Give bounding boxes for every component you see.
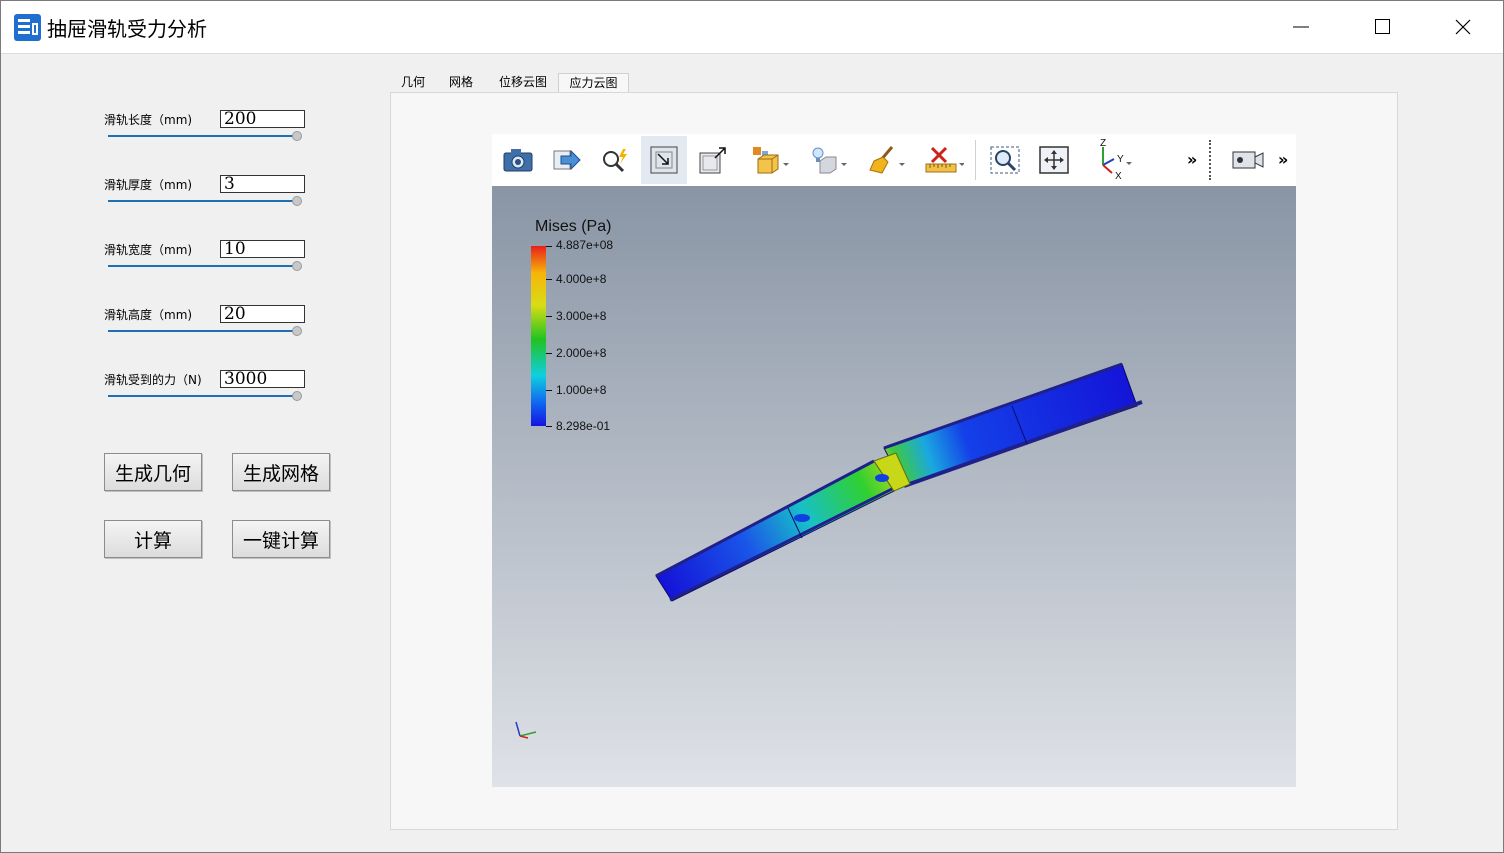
thickness-slider-handle[interactable] <box>292 196 302 206</box>
interactive-select-button[interactable] <box>592 136 638 184</box>
reset-camera-button[interactable] <box>1031 136 1077 184</box>
width-slider[interactable] <box>108 261 302 271</box>
close-button[interactable] <box>1423 1 1503 53</box>
zoom-to-box-icon <box>990 146 1020 174</box>
height-label: 滑轨高度（mm) <box>104 308 193 322</box>
camera-button[interactable] <box>495 136 541 184</box>
axis-x-label: X <box>1115 171 1122 181</box>
force-input[interactable]: 3000 <box>220 370 305 388</box>
tab-stress[interactable]: 应力云图 <box>558 73 629 92</box>
thickness-input[interactable]: 3 <box>220 175 305 193</box>
length-slider-handle[interactable] <box>292 131 302 141</box>
app-window: 抽屉滑轨受力分析 滑轨长度（mm) 200 滑轨厚度（mm) 3 滑轨宽度（mm… <box>0 0 1504 853</box>
height-slider[interactable] <box>108 326 302 336</box>
close-icon <box>1455 19 1471 35</box>
ruler-delete-icon <box>925 146 964 173</box>
maximize-button[interactable] <box>1343 1 1423 53</box>
axes-orientation-button[interactable]: Z Y X <box>1088 136 1134 184</box>
toolbar-more-button-2[interactable]: » <box>1278 150 1288 169</box>
video-camera-icon <box>1232 151 1264 169</box>
toolbar-more-button[interactable]: » <box>1187 150 1197 169</box>
app-icon <box>14 14 41 41</box>
height-slider-handle[interactable] <box>292 326 302 336</box>
length-input[interactable]: 200 <box>220 110 305 128</box>
minimize-icon <box>1293 26 1309 28</box>
tab-geometry[interactable]: 几何 <box>391 73 435 92</box>
light-button[interactable] <box>805 136 851 184</box>
toolbar-separator-dotted <box>1209 140 1211 180</box>
compute-button[interactable]: 计算 <box>104 520 202 558</box>
export-button[interactable] <box>544 136 590 184</box>
select-points-button[interactable] <box>690 136 736 184</box>
axes-orientation-icon: Z Y X <box>1100 139 1132 181</box>
tab-displacement[interactable]: 位移云图 <box>491 73 555 92</box>
tab-mesh[interactable]: 网格 <box>439 73 483 92</box>
height-input[interactable]: 20 <box>220 305 305 323</box>
axis-z-label: Z <box>1100 139 1106 149</box>
force-slider-handle[interactable] <box>292 391 302 401</box>
box-add-icon <box>753 147 789 174</box>
video-camera-button[interactable] <box>1225 136 1271 184</box>
camera-icon <box>503 149 533 172</box>
length-slider[interactable] <box>108 131 302 141</box>
width-label: 滑轨宽度（mm) <box>104 243 193 257</box>
width-input[interactable]: 10 <box>220 240 305 258</box>
width-slider-handle[interactable] <box>292 261 302 271</box>
export-icon <box>553 149 581 171</box>
interactive-select-icon <box>603 149 627 173</box>
clear-brush-icon <box>869 146 905 174</box>
select-cells-icon <box>650 146 678 174</box>
thickness-label: 滑轨厚度（mm) <box>104 178 193 192</box>
title-bar: 抽屉滑轨受力分析 <box>1 1 1503 54</box>
orientation-axes-widget <box>515 721 537 739</box>
zoom-to-box-button[interactable] <box>982 136 1028 184</box>
reset-camera-icon <box>1039 146 1069 174</box>
length-label: 滑轨长度（mm) <box>104 113 193 127</box>
box-add-button[interactable] <box>747 136 793 184</box>
force-label: 滑轨受到的力（N) <box>104 373 202 387</box>
clear-button[interactable] <box>863 136 909 184</box>
thickness-slider[interactable] <box>108 196 302 206</box>
generate-mesh-button[interactable]: 生成网格 <box>232 453 330 491</box>
force-slider[interactable] <box>108 391 302 401</box>
minimize-button[interactable] <box>1261 1 1341 53</box>
generate-geometry-button[interactable]: 生成几何 <box>104 453 202 491</box>
axis-y-label: Y <box>1117 154 1124 165</box>
ruler-delete-button[interactable] <box>921 136 967 184</box>
stress-model-render <box>655 362 1143 602</box>
one-click-compute-button[interactable]: 一键计算 <box>232 520 330 558</box>
light-icon <box>812 147 847 174</box>
viewer-toolbar: Z Y X » » <box>492 134 1296 186</box>
select-cells-button[interactable] <box>641 136 687 184</box>
maximize-icon <box>1375 19 1390 34</box>
window-title: 抽屉滑轨受力分析 <box>47 17 207 41</box>
toolbar-separator <box>975 140 976 180</box>
render-viewport[interactable]: Mises (Pa) 4.887e+08 4.000e+8 3.000e+8 2… <box>492 186 1296 787</box>
select-points-icon <box>699 147 726 174</box>
